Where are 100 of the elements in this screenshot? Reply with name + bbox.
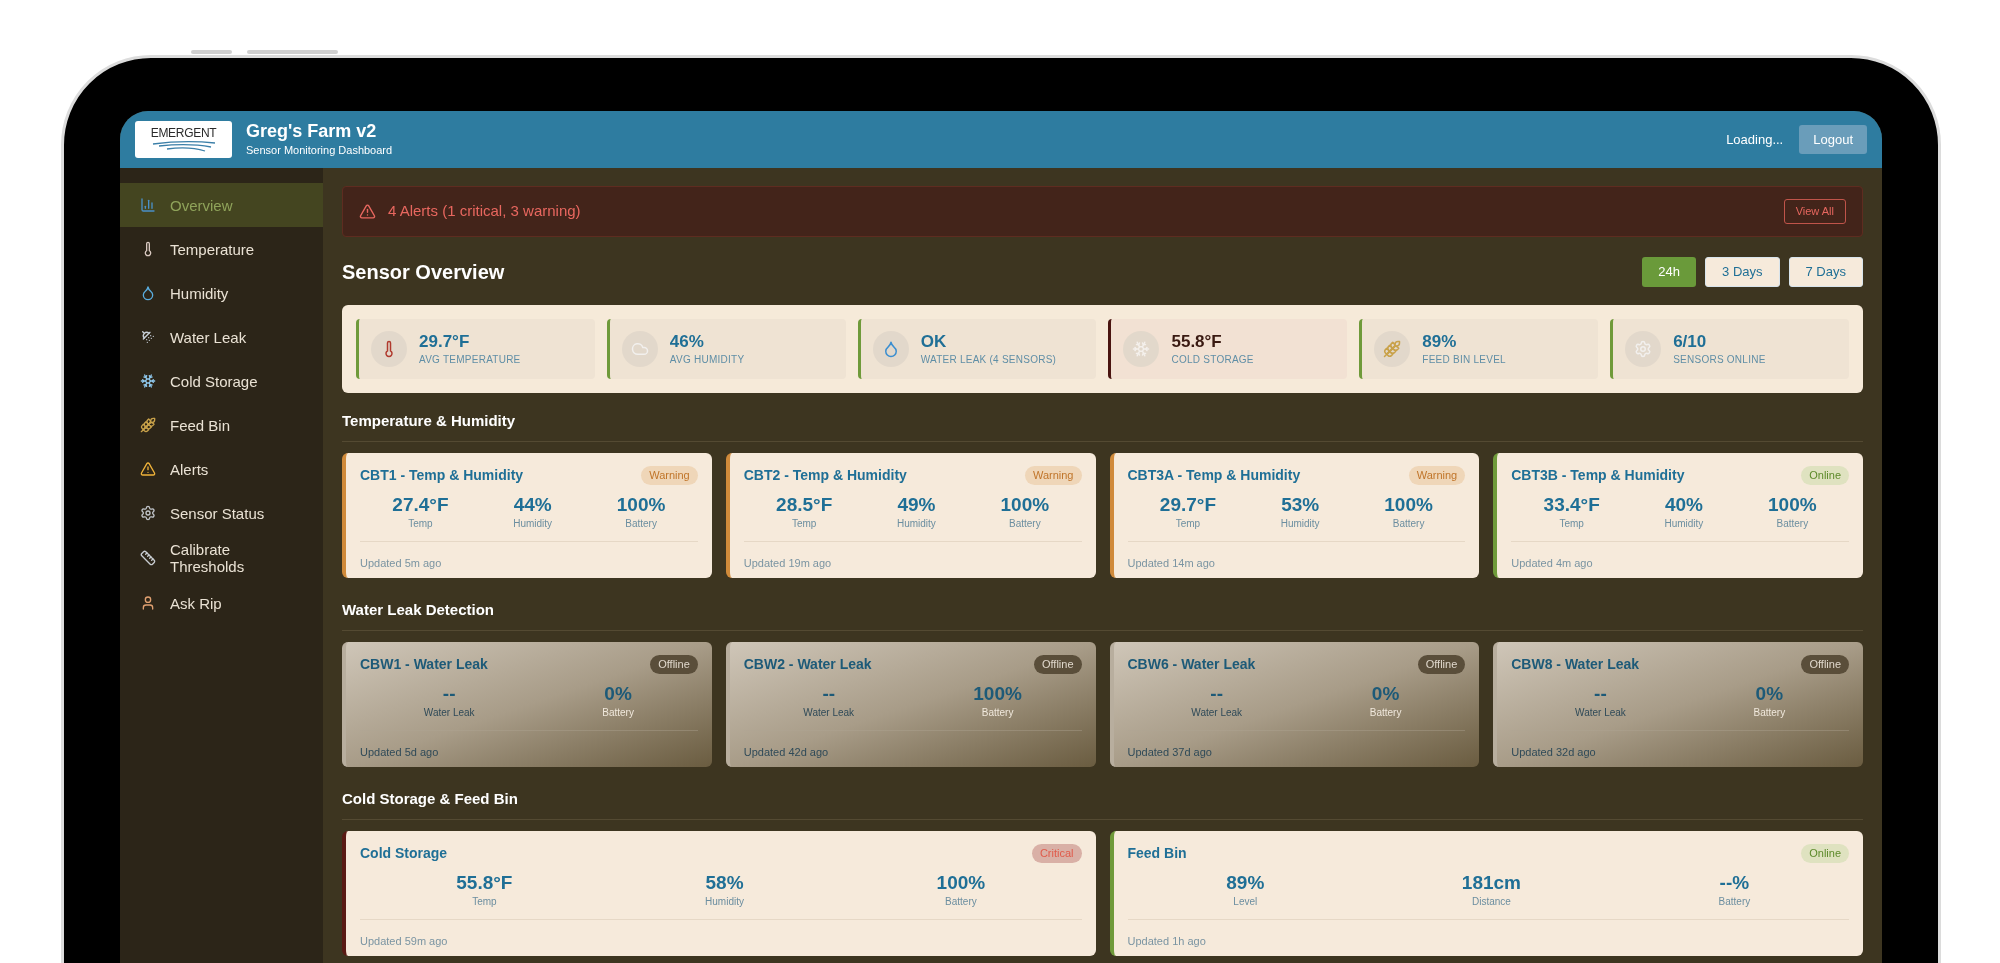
sensor-name: Cold Storage [360,844,448,863]
chart-icon [140,197,156,213]
updated-time: Updated 59m ago [360,935,448,947]
summary-value: 55.8°F [1171,331,1223,352]
range-button[interactable]: 7 Days [1788,256,1863,287]
nav-item[interactable]: Overview [120,183,323,227]
metric-value: --% [1719,872,1750,894]
status-badge: Online [1801,844,1849,863]
metric-value: 181cm [1461,872,1521,894]
metric-value: 27.4°F [392,494,449,516]
nav-item[interactable]: Water Leak [120,315,323,359]
sensor-name: CBW6 - Water Leak [1127,655,1256,674]
status-badge: Warning [1024,466,1082,485]
page-heading: Sensor Overview [342,259,505,285]
status-badge: Offline [1417,655,1466,674]
logo-text: EMERGENT [150,127,217,140]
summary-label: SENSORS ONLINE [1673,352,1766,367]
metric-label: Distance [1471,895,1511,909]
summary-value: 29.7°F [419,331,471,352]
nav-item[interactable]: Sensor Status [120,491,323,535]
updated-time: Updated 32d ago [1511,746,1596,758]
snowflake-icon [1132,340,1151,358]
nav-item[interactable]: Temperature [120,227,323,271]
droplet-icon [140,285,156,301]
updated-time: Updated 5m ago [360,557,442,569]
metric-value: 100% [1384,494,1433,516]
metric-label: Humidity [896,517,936,531]
metric-label: Temp [1559,517,1584,531]
metric-value: 40% [1664,494,1703,516]
status-badge: Online [1801,466,1849,485]
metric-label: Humidity [1280,517,1320,531]
metric-value: 100% [973,683,1022,705]
nav-item[interactable]: Cold Storage [120,359,323,403]
metric-label: Level [1233,895,1258,909]
updated-time: Updated 19m ago [743,557,832,569]
updated-time: Updated 42d ago [743,746,829,758]
range-button[interactable]: 3 Days [1705,256,1780,287]
metric-value: 44% [513,494,552,516]
updated-time: Updated 5d ago [360,746,439,758]
metric-value: 0% [604,683,632,705]
nav-item[interactable]: Humidity [120,271,323,315]
summary-label: COLD STORAGE [1171,352,1254,367]
summary-label: AVG TEMPERATURE [419,352,521,367]
metric-label: Humidity [1664,517,1704,531]
summary-value: 89% [1422,331,1458,352]
metric-value: 28.5°F [776,494,833,516]
sensor-name: CBW8 - Water Leak [1511,655,1640,674]
sensor-name: CBW1 - Water Leak [360,655,488,674]
status-badge: Critical [1031,844,1082,863]
sensor-name: Feed Bin [1127,844,1187,863]
metric-label: Battery [1369,706,1402,720]
summary-label: WATER LEAK (4 SENSORS) [920,352,1057,367]
metric-label: Battery [945,895,977,909]
metric-label: Water Leak [1191,706,1243,720]
metric-label: Humidity [705,895,744,909]
metric-label: Battery [1776,517,1809,531]
metric-label: Water Leak [803,706,855,720]
snowflake-icon [140,373,156,389]
updated-time: Updated 4m ago [1511,557,1593,569]
nav-item[interactable]: Feed Bin [120,403,323,447]
nav-item[interactable]: Alerts [120,447,323,491]
nav-item[interactable]: Calibrate Thresholds [120,535,323,581]
metric-value: 33.4°F [1543,494,1600,516]
status-text: Loading... [1726,130,1784,149]
ruler-icon [140,550,156,566]
metric-value: 29.7°F [1159,494,1216,516]
summary-value: 6/10 [1673,331,1708,352]
metric-label: Battery [1753,706,1786,720]
metric-value: -- [1210,683,1223,705]
view-all-button[interactable]: View All [1783,199,1846,224]
metric-value: 55.8°F [456,872,513,894]
wheat-icon [1383,340,1402,358]
updated-time: Updated 37d ago [1127,746,1212,758]
alert-text: 4 Alerts (1 critical, 3 warning) [388,201,581,222]
app-title: Greg's Farm v2 [246,120,378,143]
metric-value: 100% [1000,494,1050,516]
metric-label: Battery [1392,517,1425,531]
metric-value: 0% [1371,683,1400,705]
metric-label: Water Leak [423,706,475,720]
metric-label: Battery [602,706,634,720]
updated-time: Updated 14m ago [1127,557,1215,569]
metric-label: Humidity [513,517,553,531]
sensor-name: CBW2 - Water Leak [743,655,872,674]
nav-item[interactable]: Ask Rip [120,581,323,625]
metric-value: 89% [1226,872,1265,894]
metric-value: -- [442,683,456,705]
summary-label: AVG HUMIDITY [669,352,745,367]
person-icon [140,595,156,611]
section-heading: Cold Storage & Feed Bin [342,790,518,807]
sensor-name: CBT1 - Temp & Humidity [360,466,524,485]
sensor-name: CBT3B - Temp & Humidity [1511,466,1685,485]
metric-value: -- [1594,683,1607,705]
metric-value: 58% [705,872,744,894]
section-heading: Water Leak Detection [342,601,494,618]
metric-value: 53% [1281,494,1320,516]
metric-label: Battery [1008,517,1041,531]
updated-time: Updated 1h ago [1127,935,1206,947]
status-badge: Offline [650,655,698,674]
summary-value: 46% [669,331,705,352]
summary-value: OK [920,331,948,352]
